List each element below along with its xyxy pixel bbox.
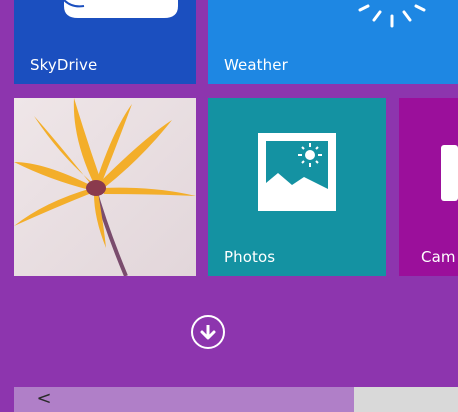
horizontal-scrollbar-thumb[interactable] [14, 387, 354, 412]
tile-label: Weather [224, 56, 288, 74]
all-apps-button[interactable] [191, 315, 225, 349]
tile-label: Photos [224, 248, 276, 266]
camera-icon [441, 145, 458, 201]
flower-photo [14, 98, 196, 276]
cloud-icon [63, 0, 178, 18]
tile-skydrive[interactable]: SkyDrive [14, 0, 196, 84]
tile-label: SkyDrive [30, 56, 98, 74]
arrow-down-circle-icon [200, 325, 216, 340]
tile-flower-photo[interactable] [14, 98, 196, 276]
tile-weather[interactable]: Weather [208, 0, 458, 84]
scroll-left-icon[interactable]: < [36, 389, 52, 409]
tile-photos[interactable]: Photos [208, 98, 386, 276]
photo-icon [258, 133, 336, 211]
sun-icon [358, 4, 426, 28]
tile-label: Cam [421, 248, 456, 266]
tile-camera[interactable]: Cam [399, 98, 458, 276]
